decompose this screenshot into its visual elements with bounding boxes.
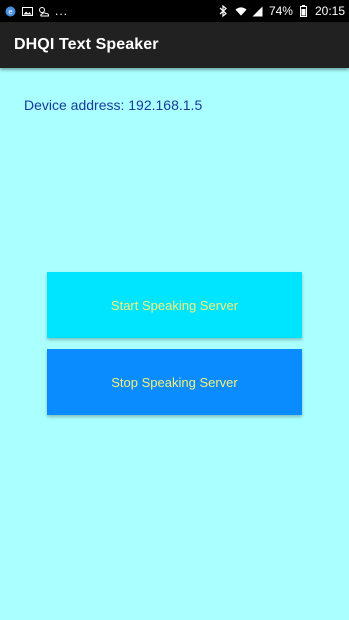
svg-text:e: e [8, 8, 12, 16]
signal-icon [252, 5, 264, 17]
bluetooth-icon [218, 5, 230, 17]
clock: 20:15 [314, 4, 345, 18]
more-notifications-indicator: ... [55, 4, 69, 18]
weather-icon [38, 5, 50, 17]
image-icon [21, 5, 33, 17]
battery-icon [298, 5, 310, 17]
status-bar-right: 74% 20:15 [218, 4, 345, 18]
status-bar-left: e ... [4, 4, 68, 18]
device-address-label: Device address: 192.168.1.5 [24, 97, 203, 113]
app-bar: DHQI Text Speaker [0, 22, 349, 68]
status-bar: e ... 74% 20:15 [0, 0, 349, 22]
app-title: DHQI Text Speaker [14, 36, 159, 53]
stop-speaking-server-button[interactable]: Stop Speaking Server [47, 349, 302, 415]
battery-percent: 74% [268, 4, 293, 18]
wifi-icon [235, 5, 247, 17]
start-speaking-server-button[interactable]: Start Speaking Server [47, 272, 302, 338]
app-notification-icon: e [4, 5, 16, 17]
